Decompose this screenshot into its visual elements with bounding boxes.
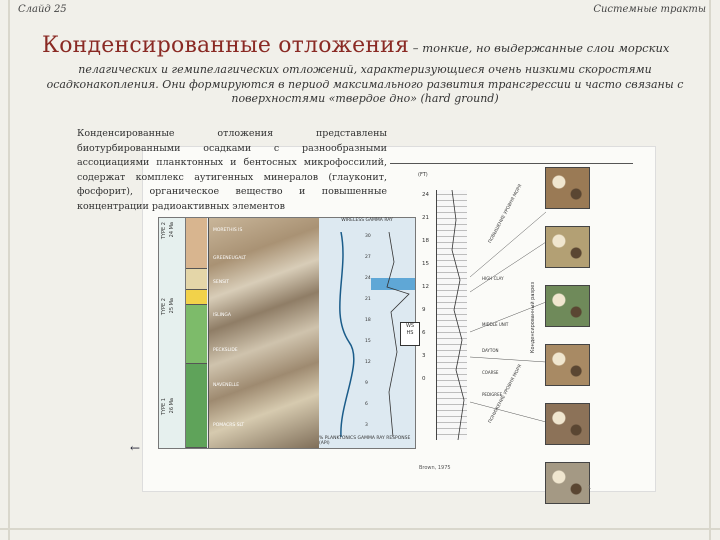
unit-label: MORETHIS IS [213, 228, 243, 233]
depth-scale: 24 21 18 15 12 9 6 3 0 [422, 192, 432, 399]
depth-tick: 15 [422, 261, 429, 267]
slide-section: Системные тракты [593, 4, 706, 15]
age-label: 26 Ma [169, 398, 175, 414]
unit-label: POMACRS SLT [213, 423, 245, 428]
chart-rule [390, 163, 633, 164]
ws-hs-box: WS HS [400, 322, 420, 346]
thin-section-photo [545, 344, 590, 386]
section-panel: (FT) 24 21 18 15 12 9 6 3 0 HIGH CLAY MI… [418, 172, 548, 447]
depth-tick: 12 [422, 284, 429, 290]
title-continuation: – тонкие, но выдержанные слои морских [409, 41, 670, 55]
hs-label: HS [406, 330, 414, 336]
callout-lines [469, 211, 547, 423]
unit-label: GREENEUGALT [213, 256, 247, 261]
age-label: 24 Ma [169, 222, 175, 238]
outcrop-panel: TYPE 2 24 Ma TYPE 2 25 Ma TYPE 1 26 Ma M… [158, 217, 416, 449]
depth-tick: 9 [422, 307, 426, 313]
depth-tick: 0 [422, 376, 426, 382]
age-label: TYPE 1 [161, 398, 167, 416]
side-text: Конденсированные отложения представлены … [77, 127, 387, 214]
thin-section-photo [545, 167, 590, 209]
depth-tick: 24 [422, 192, 429, 198]
side-text-body: биотурбированными осадками с разнообразн… [77, 142, 387, 212]
depth-tick: 3 [422, 353, 426, 359]
thin-section-photo [545, 226, 590, 268]
strat-layer [186, 269, 207, 290]
thin-section-photo [545, 403, 590, 445]
thin-section-photo [545, 285, 590, 327]
depth-tick: 18 [422, 238, 429, 244]
strat-layer [186, 305, 207, 364]
depth-tick: 6 [422, 330, 426, 336]
depth-tick: 21 [422, 215, 429, 221]
page-mark: 1 [588, 485, 592, 491]
strat-layer [186, 290, 207, 305]
age-label: TYPE 2 [161, 222, 167, 240]
unit-label: ISLINGA [213, 313, 231, 318]
age-label: 25 Ma [169, 298, 175, 314]
side-text-first-line: Конденсированные отложения представлены [77, 128, 387, 139]
thin-section-photo [545, 462, 590, 504]
ft-label: (FT) [418, 172, 428, 178]
unit-label: NAVENELLE [213, 383, 240, 388]
frame-bottom [0, 528, 720, 530]
figure-caption: Brown, 1975 [419, 465, 451, 471]
strat-layer [186, 218, 207, 269]
planktonics-curve [339, 232, 355, 437]
definition-paragraph: пелагических и гемипелагических отложени… [46, 63, 684, 105]
age-label: TYPE 2 [161, 298, 167, 316]
slide-title: Конденсированные отложения [42, 33, 410, 58]
arrow-icon: ← [130, 441, 141, 455]
gamma-footer: % PLANKTONICS GAMMA RAY RESPONSE (API) [319, 436, 415, 446]
thin-section-photos [545, 167, 590, 521]
unit-label: PECKSLIDE [213, 348, 238, 353]
strat-layer [186, 364, 207, 448]
frame-left [8, 0, 10, 540]
age-strip: TYPE 2 24 Ma TYPE 2 25 Ma TYPE 1 26 Ma [159, 218, 186, 448]
gamma-header: WIRELESS GAMMA RAY [341, 218, 393, 223]
ws-label: WS [405, 323, 415, 329]
frame-right [709, 0, 711, 540]
unit-label: SENSIT [213, 280, 229, 285]
outcrop-photo: MORETHIS IS GREENEUGALT SENSIT ISLINGA P… [208, 218, 320, 448]
title-line: Конденсированные отложения – тонкие, но … [42, 33, 702, 58]
condensed-section-note: Конденсированный разрез [530, 282, 536, 354]
slide-number: Слайд 25 [18, 4, 67, 15]
